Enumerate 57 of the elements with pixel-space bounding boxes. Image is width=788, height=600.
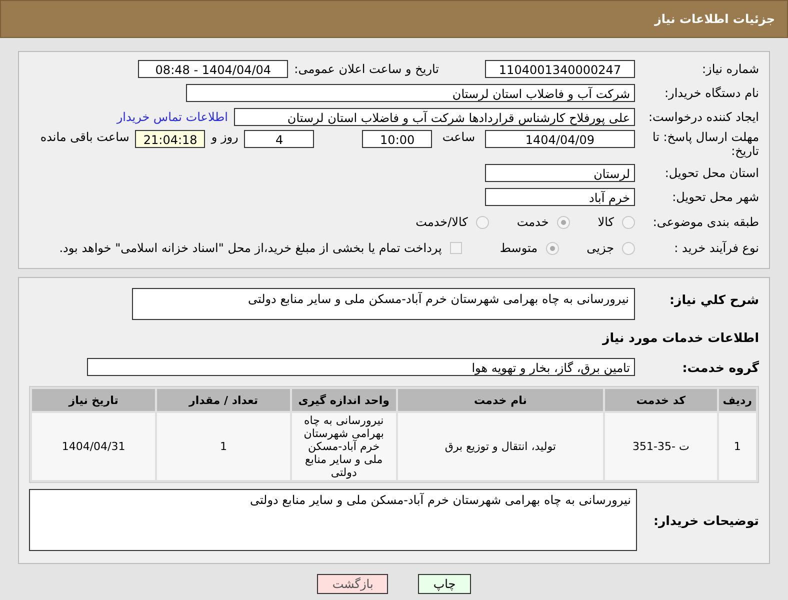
deadline-label: مهلت ارسال پاسخ: تا تاریخ: (651, 130, 759, 158)
purchase-type-label: نوع فرآیند خرید : (673, 241, 759, 255)
remaining-time-field: 21:04:18 (135, 130, 206, 148)
print-button[interactable]: چاپ (418, 574, 471, 594)
table-cell: 1 (157, 413, 290, 480)
radio-label: کالا (598, 215, 614, 229)
column-header: واحد اندازه گیری (292, 389, 396, 411)
page-title: جزئیات اطلاعات نیاز (654, 12, 775, 26)
column-header: ردیف (718, 389, 756, 411)
column-header: نام خدمت (398, 389, 604, 411)
radio-button[interactable] (556, 216, 570, 228)
buyer-org-field: شرکت آب و فاضلاب استان لرستان (186, 84, 635, 102)
need-number-label: شماره نیاز: (701, 62, 759, 76)
province-label: استان محل تحویل: (664, 166, 759, 180)
description-field: نیرورسانی به چاه بهرامی شهرستان خرم آباد-مسکن ملی و سایر منابع دولتی (132, 288, 635, 320)
remaining-time-label: ساعت باقی مانده (40, 130, 130, 144)
radio-label: کالا/خدمت (416, 215, 468, 229)
deadline-time-field: 10:00 (362, 130, 432, 148)
radio-button[interactable] (546, 242, 559, 254)
radio-label: متوسط (500, 241, 538, 255)
requester-field: علی پورفلاح کارشناس قراردادها شرکت آب و فاضلاب استان لرستان (234, 108, 635, 126)
section-title: اطلاعات خدمات مورد نیاز (602, 330, 759, 344)
table-cell: 1404/04/31 (32, 413, 156, 480)
buyer-org-label: نام دستگاه خریدار: (664, 86, 759, 100)
table-cell: نیرورسانی به چاه بهرامی شهرستان خرم آباد-مسکن ملی و سایر منابع دولتی (292, 413, 396, 480)
payment-label: پرداخت تمام یا بخشی از مبلغ خرید،از محل "اسناد خزانه اسلامی" خواهد بود. (59, 241, 442, 255)
radio-button[interactable] (476, 216, 489, 228)
category-label: طبقه بندی موضوعی: (652, 215, 759, 229)
deadline-time-label: ساعت (442, 130, 475, 144)
city-label: شهر محل تحویل: (671, 190, 759, 204)
announce-date-label: تاریخ و ساعت اعلان عمومی: (294, 62, 439, 76)
column-header: تعداد / مقدار (157, 389, 290, 411)
column-header: کد خدمت (605, 389, 717, 411)
announce-date-field: 1404/04/04 - 08:48 (138, 60, 288, 78)
buyer-notes-label: توضیحات خریدار: (652, 512, 759, 528)
service-group-label: گروه خدمت: (681, 360, 759, 374)
column-header: تاریخ نیاز (32, 389, 156, 411)
buyer-contact-link[interactable]: اطلاعات تماس خریدار (116, 110, 228, 124)
radio-button[interactable] (622, 216, 635, 228)
days-label: روز و (211, 130, 238, 144)
table-cell: تولید، انتقال و توزیع برق (398, 413, 604, 480)
table-cell: ت -35-351 (605, 413, 717, 480)
radio-label: جزیی (586, 241, 614, 255)
table-cell: 1 (718, 413, 756, 480)
description-label: شرح کلي نياز: (668, 292, 759, 307)
city-field: خرم آباد (485, 188, 635, 206)
days-field: 4 (244, 130, 314, 148)
province-field: لرستان (485, 164, 635, 182)
need-number-field: 1104001340000247 (485, 60, 635, 78)
buyer-notes-field: نیرورسانی به چاه بهرامی شهرستان خرم آباد-مسکن ملی و سایر منابع دولتی (29, 489, 637, 551)
service-group-field: تامین برق، گاز، بخار و تهویه هوا (87, 358, 635, 376)
back-button[interactable]: بازگشت (317, 574, 388, 594)
radio-button[interactable] (622, 242, 635, 254)
requester-label: ایجاد کننده درخواست: (647, 110, 759, 124)
radio-label: خدمت (516, 215, 549, 229)
deadline-date-field: 1404/04/09 (485, 130, 635, 148)
payment-checkbox[interactable] (450, 242, 462, 254)
